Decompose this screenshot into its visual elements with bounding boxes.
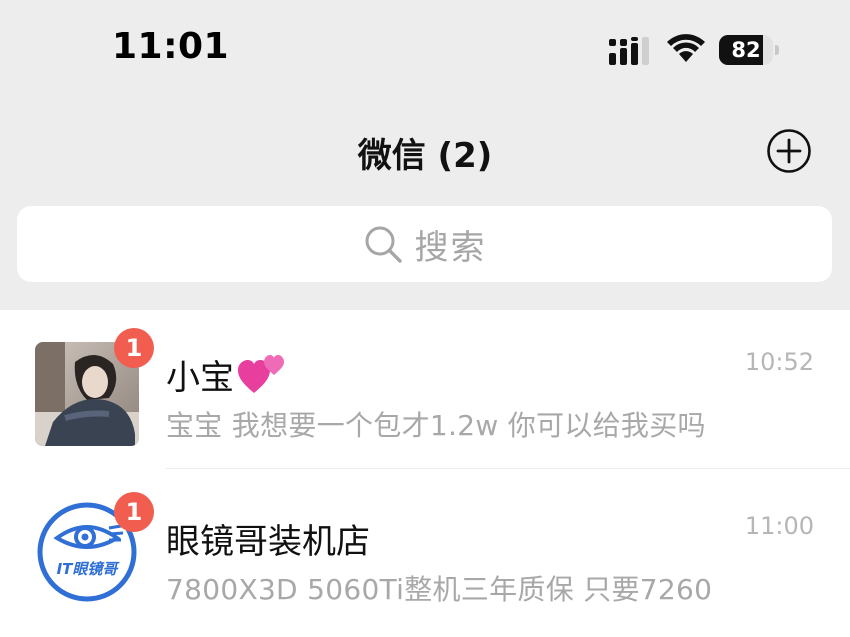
divider bbox=[166, 468, 850, 469]
search-placeholder: 搜索 bbox=[414, 227, 487, 268]
unread-badge: 1 bbox=[114, 328, 154, 368]
chat-time: 11:00 bbox=[744, 512, 814, 540]
page-title: 微信 (2) bbox=[357, 136, 493, 176]
chat-name: 眼镜哥装机店 bbox=[166, 522, 370, 562]
wifi-icon bbox=[667, 34, 705, 62]
chat-item-xiaobao[interactable]: 1 小宝 宝宝 我想要一个包才1.2w 你可以给我买吗 10:52 bbox=[0, 310, 850, 473]
search-icon bbox=[365, 226, 402, 263]
battery-percent: 82 bbox=[731, 38, 761, 62]
two-hearts-icon bbox=[238, 355, 284, 393]
chat-item-glasses-shop[interactable]: IT眼镜哥 1 眼镜哥装机店 7800X3D 5060Ti整机三年质保 只要72… bbox=[0, 470, 850, 633]
unread-badge: 1 bbox=[114, 492, 154, 532]
plus-circle-icon[interactable] bbox=[766, 128, 812, 174]
chat-name-text: 小宝 bbox=[166, 358, 234, 398]
battery-indicator: 82 bbox=[719, 35, 779, 65]
cellular-signal-icon bbox=[609, 37, 649, 65]
chat-last-message: 宝宝 我想要一个包才1.2w 你可以给我买吗 bbox=[166, 409, 706, 442]
search-bar[interactable]: 搜索 bbox=[17, 206, 832, 282]
chat-name: 小宝 bbox=[166, 350, 286, 399]
status-time: 11:01 bbox=[112, 26, 230, 67]
logo-text: IT眼镜哥 bbox=[57, 560, 121, 578]
chat-list: 1 小宝 宝宝 我想要一个包才1.2w 你可以给我买吗 10:52 IT眼镜哥 bbox=[0, 310, 850, 637]
chat-last-message: 7800X3D 5060Ti整机三年质保 只要7260 bbox=[166, 573, 713, 606]
chat-time: 10:52 bbox=[744, 348, 814, 376]
status-bar: 11:01 82 bbox=[0, 0, 850, 96]
